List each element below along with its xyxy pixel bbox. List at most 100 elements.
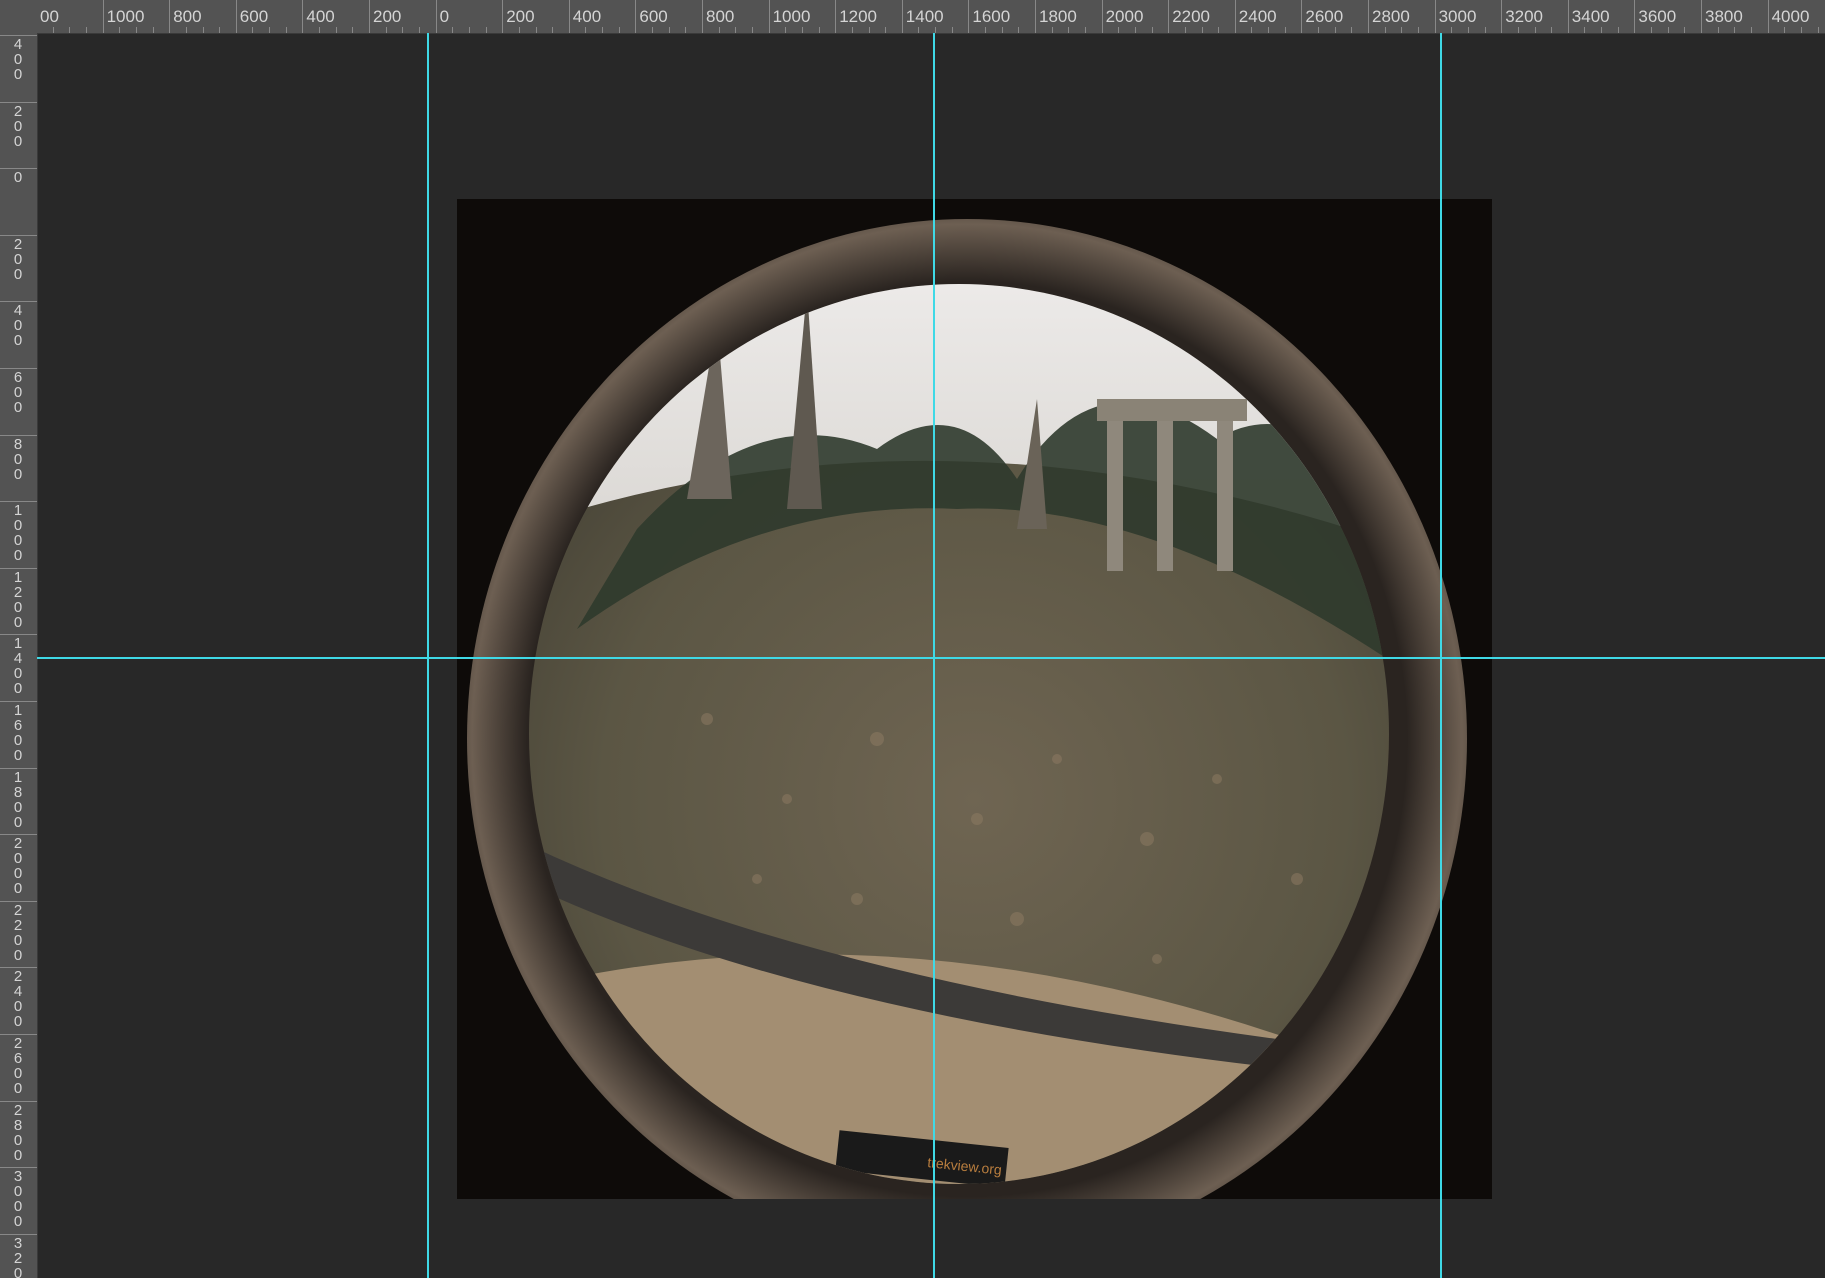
ruler-top-tick [1567,0,1569,33]
ruler-top-minor-tick [269,27,271,33]
ruler-top-tick [1701,0,1702,33]
ruler-top-label: 400 [306,7,335,26]
ruler-top-minor-tick [618,27,620,33]
ruler-top-minor-tick [335,27,337,33]
ruler-top-minor-tick [1484,27,1486,33]
ruler-top-label: 00 [40,7,59,26]
ruler-top-tick [169,0,171,33]
ruler-top-tick [1101,0,1103,33]
ruler-top-minor-tick [1251,27,1253,33]
ruler-top-minor-tick [69,27,71,33]
ruler-left-label: 400 [13,302,23,350]
ruler-left-label: 2200 [13,901,23,964]
vertical-guide-3[interactable] [1440,33,1442,1278]
ruler-top-minor-tick [751,27,753,33]
ruler-top-minor-tick [1784,27,1786,33]
ruler-left-label: 400 [13,36,23,83]
ruler-top-minor-tick [1750,27,1752,33]
ruler-top-minor-tick [1551,27,1553,33]
ruler-left-label: 2400 [13,968,23,1031]
ruler-top-minor-tick [668,27,670,33]
ruler-top-label: 3400 [1571,7,1610,26]
top-ruler[interactable]: 00 1000 800 600 400 200 0 200 400 600 800 1000 1200 1… [0,0,1825,34]
ruler-top-label: 1000 [772,7,811,26]
ruler-top-minor-tick [135,27,137,33]
ruler-left-label: 1600 [13,702,23,764]
ruler-top-label: 1200 [839,7,878,26]
ruler-top-label: 400 [572,7,602,26]
ruler-top-minor-tick [735,27,737,33]
ruler-top-label: 2600 [1305,7,1344,26]
ruler-top-minor-tick [1401,27,1403,33]
ruler-origin-corner[interactable] [0,0,37,33]
ruler-top-tick [901,0,903,33]
ruler-left-label: 2600 [13,1035,23,1097]
ruler-top-label: 2800 [1372,7,1410,26]
ruler-top-minor-tick [918,27,920,33]
ruler-top-minor-tick [785,27,787,33]
ruler-top-minor-tick [985,27,987,33]
ruler-left-label: 200 [13,235,23,283]
ruler-top-minor-tick [152,27,154,33]
ruler-top-minor-tick [1018,27,1020,33]
ruler-top-tick [568,0,570,33]
ruler-top-minor-tick [1717,27,1719,33]
ruler-top-tick [1767,0,1769,33]
ruler-left-label: 320 [13,1234,23,1278]
vertical-guide-2[interactable] [933,33,935,1278]
ruler-top-minor-tick [468,27,470,33]
ruler-top-tick [502,0,504,33]
ruler-top-minor-tick [1001,27,1003,33]
ruler-top-minor-tick [885,27,887,33]
ruler-top-minor-tick [1318,27,1320,33]
ruler-top-minor-tick [352,27,354,33]
ruler-top-minor-tick [518,27,520,33]
ruler-top-minor-tick [1068,27,1070,33]
ruler-top-tick [968,0,970,33]
ruler-top-tick [1634,0,1636,33]
ruler-top-minor-tick [1384,27,1386,33]
ruler-top-label: 1400 [905,7,944,26]
ruler-top-minor-tick [1517,27,1519,33]
horizontal-guide[interactable] [37,657,1825,659]
ruler-top-minor-tick [585,27,587,33]
ruler-top-minor-tick [1284,27,1286,33]
ruler-top-minor-tick [851,27,853,33]
ruler-top-tick [1035,0,1036,33]
ruler-top-minor-tick [935,27,937,33]
ruler-top-label: 3800 [1705,7,1743,26]
ruler-top-tick [1301,0,1303,33]
ruler-left-label: 1000 [13,502,23,565]
ruler-top-tick [768,0,770,33]
ruler-top-label: 800 [706,7,735,26]
ruler-top-minor-tick [535,27,537,33]
ruler-top-minor-tick [1651,27,1653,33]
ruler-top-minor-tick [1684,27,1686,33]
ruler-top-tick [302,0,304,33]
vertical-guide-1[interactable] [427,33,429,1278]
ruler-top-minor-tick [1334,27,1336,33]
ruler-left-label: 200 [13,102,23,150]
ruler-top-tick [1368,0,1369,33]
ruler-top-label: 0 [439,7,450,26]
ruler-top-minor-tick [1617,27,1619,33]
ruler-top-minor-tick [818,27,820,33]
ruler-top-minor-tick [801,27,803,33]
ruler-top-minor-tick [219,27,221,33]
ruler-top-minor-tick [552,27,554,33]
ruler-top-minor-tick [119,27,121,33]
ruler-top-minor-tick [185,27,187,33]
document-canvas[interactable]: trekview.org [457,199,1492,1199]
ruler-top-minor-tick [1051,27,1053,33]
left-ruler[interactable]: 400 200 0 200 400 600 800 1000 1200 1400 1600 1800 2… [0,33,38,1278]
ruler-top-minor-tick [1734,27,1736,33]
workspace[interactable]: trekview.org [38,34,1825,1278]
ruler-top-minor-tick [602,27,604,33]
ruler-left-label: 800 [13,435,23,483]
ruler-left-label: 1800 [13,768,23,831]
ruler-top-minor-tick [1118,27,1120,33]
ruler-top-minor-tick [319,27,321,33]
ruler-top-label: 4000 [1771,7,1810,26]
ruler-top-minor-tick [452,27,454,33]
ruler-top-label: 1800 [1039,7,1077,26]
